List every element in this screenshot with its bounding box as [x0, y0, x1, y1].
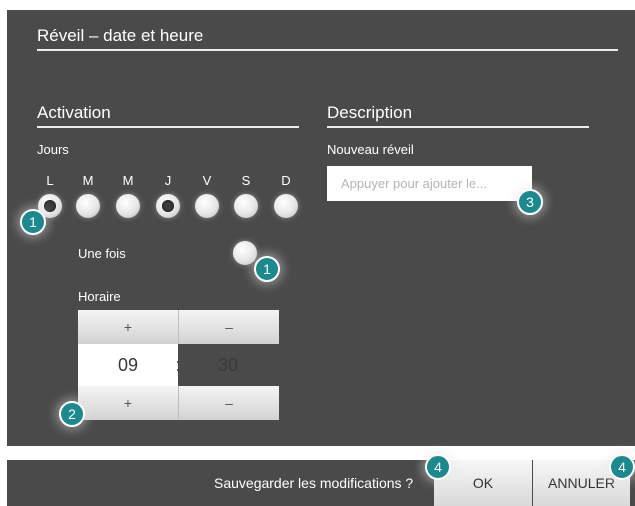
schedule-label: Horaire	[78, 289, 121, 304]
callout-time: 2	[59, 401, 85, 427]
hours-decrement-button[interactable]: +	[78, 386, 178, 420]
day-letter-saturday: S	[241, 173, 251, 188]
activation-heading: Activation	[37, 103, 111, 122]
callout-cancel: 4	[609, 454, 635, 480]
day-toggle-friday[interactable]	[195, 194, 219, 218]
alarm-name-placeholder: Appuyer pour ajouter le...	[341, 176, 487, 191]
activation-divider	[37, 126, 299, 128]
day-letter-tuesday: M	[82, 173, 94, 188]
days-label: Jours	[37, 142, 69, 157]
alarm-name-input[interactable]: Appuyer pour ajouter le...	[327, 166, 532, 201]
alarm-name-label: Nouveau réveil	[327, 142, 414, 157]
callout-once: 1	[254, 256, 280, 282]
hours-value[interactable]: 09	[78, 344, 178, 386]
day-letter-sunday: D	[281, 173, 291, 188]
day-toggle-tuesday[interactable]	[76, 194, 100, 218]
callout-days: 1	[20, 209, 46, 235]
day-toggle-sunday[interactable]	[274, 194, 298, 218]
description-divider	[327, 126, 589, 128]
once-label: Une fois	[78, 246, 126, 261]
day-toggle-thursday[interactable]	[156, 194, 180, 218]
callout-description: 3	[517, 189, 543, 215]
day-toggle-saturday[interactable]	[234, 194, 258, 218]
once-toggle[interactable]	[233, 241, 257, 265]
day-toggle-wednesday[interactable]	[116, 194, 140, 218]
minutes-increment-button[interactable]: –	[178, 386, 279, 420]
day-letter-monday: L	[46, 173, 54, 188]
day-letter-wednesday: M	[122, 173, 134, 188]
minutes-value[interactable]: 30	[178, 344, 278, 386]
callout-ok: 4	[425, 454, 451, 480]
save-question: Sauvegarder les modifications ?	[214, 475, 414, 491]
day-letter-thursday: J	[164, 173, 172, 188]
page-title: Réveil – date et heure	[37, 26, 204, 45]
minutes-decrement-button[interactable]: –	[178, 310, 279, 344]
title-divider	[37, 49, 618, 51]
day-letter-friday: V	[202, 173, 212, 188]
hours-increment-button[interactable]: +	[78, 310, 178, 344]
description-heading: Description	[327, 103, 413, 122]
